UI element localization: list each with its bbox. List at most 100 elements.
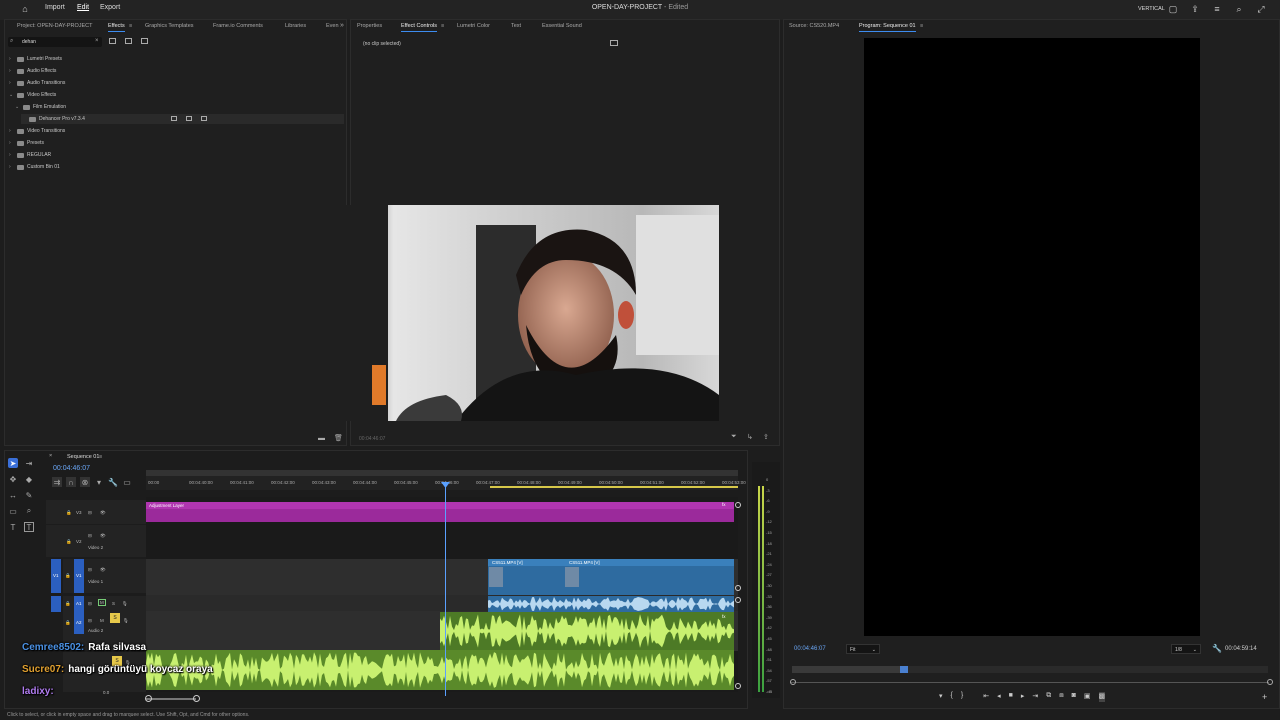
wrench-icon[interactable]: 🔧 [1212,644,1222,653]
tab-effect-controls[interactable]: Effect Controls [401,23,437,32]
vertical-type-icon[interactable]: T [24,522,34,532]
effects-search[interactable]: ⌕ dehan × [8,37,102,47]
nest-icon[interactable]: ⇉ [52,477,62,487]
eye-icon[interactable]: 👁 [100,510,106,516]
tab-libraries[interactable]: Libraries [285,23,306,29]
tab-menu-icon[interactable]: ≡ [99,454,102,460]
tab-properties[interactable]: Properties [357,23,382,29]
search-icon[interactable]: ⌕ [1234,4,1244,14]
chevron-right-icon[interactable]: › [9,140,17,146]
zoom-select[interactable]: Fit ⌄ [846,644,880,654]
menu-edit[interactable]: Edit [77,4,89,11]
marker-icon[interactable]: ▾ [939,692,943,702]
master-volume[interactable]: 0.0 [103,690,109,695]
sync-lock-icon[interactable]: ⊟ [88,510,92,516]
video-clip-1[interactable]: CS511.MP4 [V] CS511.MP4 [V] [488,559,734,595]
tab-menu-icon[interactable]: ≡ [920,23,923,29]
tree-item[interactable]: ⌄ Video Effects [9,90,56,100]
chevron-right-icon[interactable]: › [9,68,17,74]
scroll-handle[interactable] [735,597,741,603]
tab-menu-icon[interactable]: ≡ [441,23,444,29]
add-marker-icon[interactable]: ▾ [94,477,104,487]
tab-project[interactable]: Project: OPEN-DAY-PROJECT [17,23,93,29]
tab-effects[interactable]: Effects [108,23,125,32]
step-forward-icon[interactable]: ▸ [1021,692,1025,702]
tab-lumetri-color[interactable]: Lumetri Color [457,23,490,29]
filter-icon[interactable]: ⏷ [731,433,737,441]
lock-icon[interactable]: 🔒 [65,601,71,607]
tree-item[interactable]: Dehancer Pro v7.3.4 [21,114,344,124]
export-icon[interactable]: ↳ [747,433,753,441]
solo-button[interactable]: S [110,613,120,623]
stop-icon[interactable]: ■ [1009,692,1013,702]
mute-button[interactable]: M [100,618,104,623]
tab-source[interactable]: Source: CS520.MP4 [789,23,839,29]
work-area-bar[interactable] [490,486,738,488]
horizontal-scrollbar[interactable] [146,698,196,700]
captions-icon[interactable]: ▭ [122,477,132,487]
chevron-down-icon[interactable]: ⌄ [9,92,17,98]
new-bin-icon[interactable]: ▬ [318,435,325,442]
scroll-handle[interactable] [145,695,152,702]
tree-item[interactable]: › Lumetri Presets [9,54,62,64]
tree-item[interactable]: › Custom Bin 01 [9,162,60,172]
rectangle-tool-icon[interactable]: ▭ [8,506,18,516]
mute-button[interactable]: M [98,599,106,606]
selection-tool-icon[interactable]: ➤ [8,458,18,468]
tab-menu-icon[interactable]: ≡ [129,23,132,29]
chevron-down-icon[interactable]: ⌄ [15,104,23,110]
timeline-timecode[interactable]: 00:04:46:07 [53,465,90,472]
audio-clip-a3[interactable] [146,650,734,690]
chevron-right-icon[interactable]: › [9,80,17,86]
tab-frameio[interactable]: Frame.io Comments [213,23,263,29]
tree-item[interactable]: › REGULAR [9,150,51,160]
tree-item[interactable]: › Audio Effects [9,66,56,76]
search-input[interactable]: dehan [22,39,36,45]
insert-icon[interactable]: ⧉ [1046,692,1051,702]
chevron-right-icon[interactable]: › [9,128,17,134]
sync-lock-icon[interactable]: ⊟ [88,567,92,573]
overwrite-icon[interactable]: ⧈ [1059,692,1063,702]
scroll-handle[interactable] [193,695,200,702]
zoom-tool-icon[interactable]: ⌕ [24,506,34,516]
scroll-handle-left[interactable] [790,679,796,685]
go-to-in-icon[interactable]: ⇤ [983,692,989,702]
32bit-effects-icon[interactable] [125,38,132,44]
snap-icon[interactable]: ∩ [66,477,76,487]
sync-lock-icon[interactable]: ⊟ [88,601,92,607]
tab-events[interactable]: Even [326,23,339,29]
ec-timecode[interactable]: 00:04:46:07 [359,436,385,442]
solo-button[interactable]: S [112,601,115,606]
resolution-select[interactable]: 1/8 ⌄ [1171,644,1201,654]
sync-lock-icon[interactable]: ⊟ [88,618,92,624]
chevron-right-icon[interactable]: › [9,164,17,170]
vr-icon[interactable]: ▩ [1098,692,1106,702]
tab-program[interactable]: Program: Sequence 01 [859,23,916,32]
more-tabs-icon[interactable]: » [340,22,344,29]
scroll-handle[interactable] [735,683,741,689]
share-icon[interactable]: ⇪ [1190,4,1200,14]
audio-clip-a1[interactable] [488,596,734,612]
add-button-icon[interactable]: + [1262,692,1267,702]
home-icon[interactable]: ⌂ [20,4,30,14]
razor-icon[interactable]: ◆ [24,474,34,484]
adjustment-layer-clip[interactable]: Adjustment Layer fx [146,502,734,522]
tree-item[interactable]: › Presets [9,138,44,148]
scroll-handle-right[interactable] [1267,679,1273,685]
go-to-out-icon[interactable]: ⇥ [1032,692,1038,702]
workspaces-icon[interactable]: ▢ [1168,4,1178,14]
mic-icon[interactable]: 🎙 [123,618,129,624]
sequence-tab[interactable]: Sequence 01 [67,454,99,460]
lock-icon[interactable]: 🔒 [65,620,71,626]
render-icon[interactable]: ⇪ [763,433,769,441]
camera-icon[interactable]: ◙ [1072,692,1076,702]
source-patch-v1[interactable]: V1 [51,559,61,593]
audio-clip-a2[interactable]: fx [440,612,734,650]
show-timeline-icon[interactable] [610,40,618,46]
zoom-scrollbar[interactable] [791,682,1269,683]
program-timecode[interactable]: 00:04:46:07 [794,646,826,652]
program-scrubber[interactable] [792,666,1268,673]
clear-search-icon[interactable]: × [95,38,99,44]
mic-icon[interactable]: 🎙 [122,601,128,607]
tree-item[interactable]: ⌄ Film Emulation [15,102,66,112]
